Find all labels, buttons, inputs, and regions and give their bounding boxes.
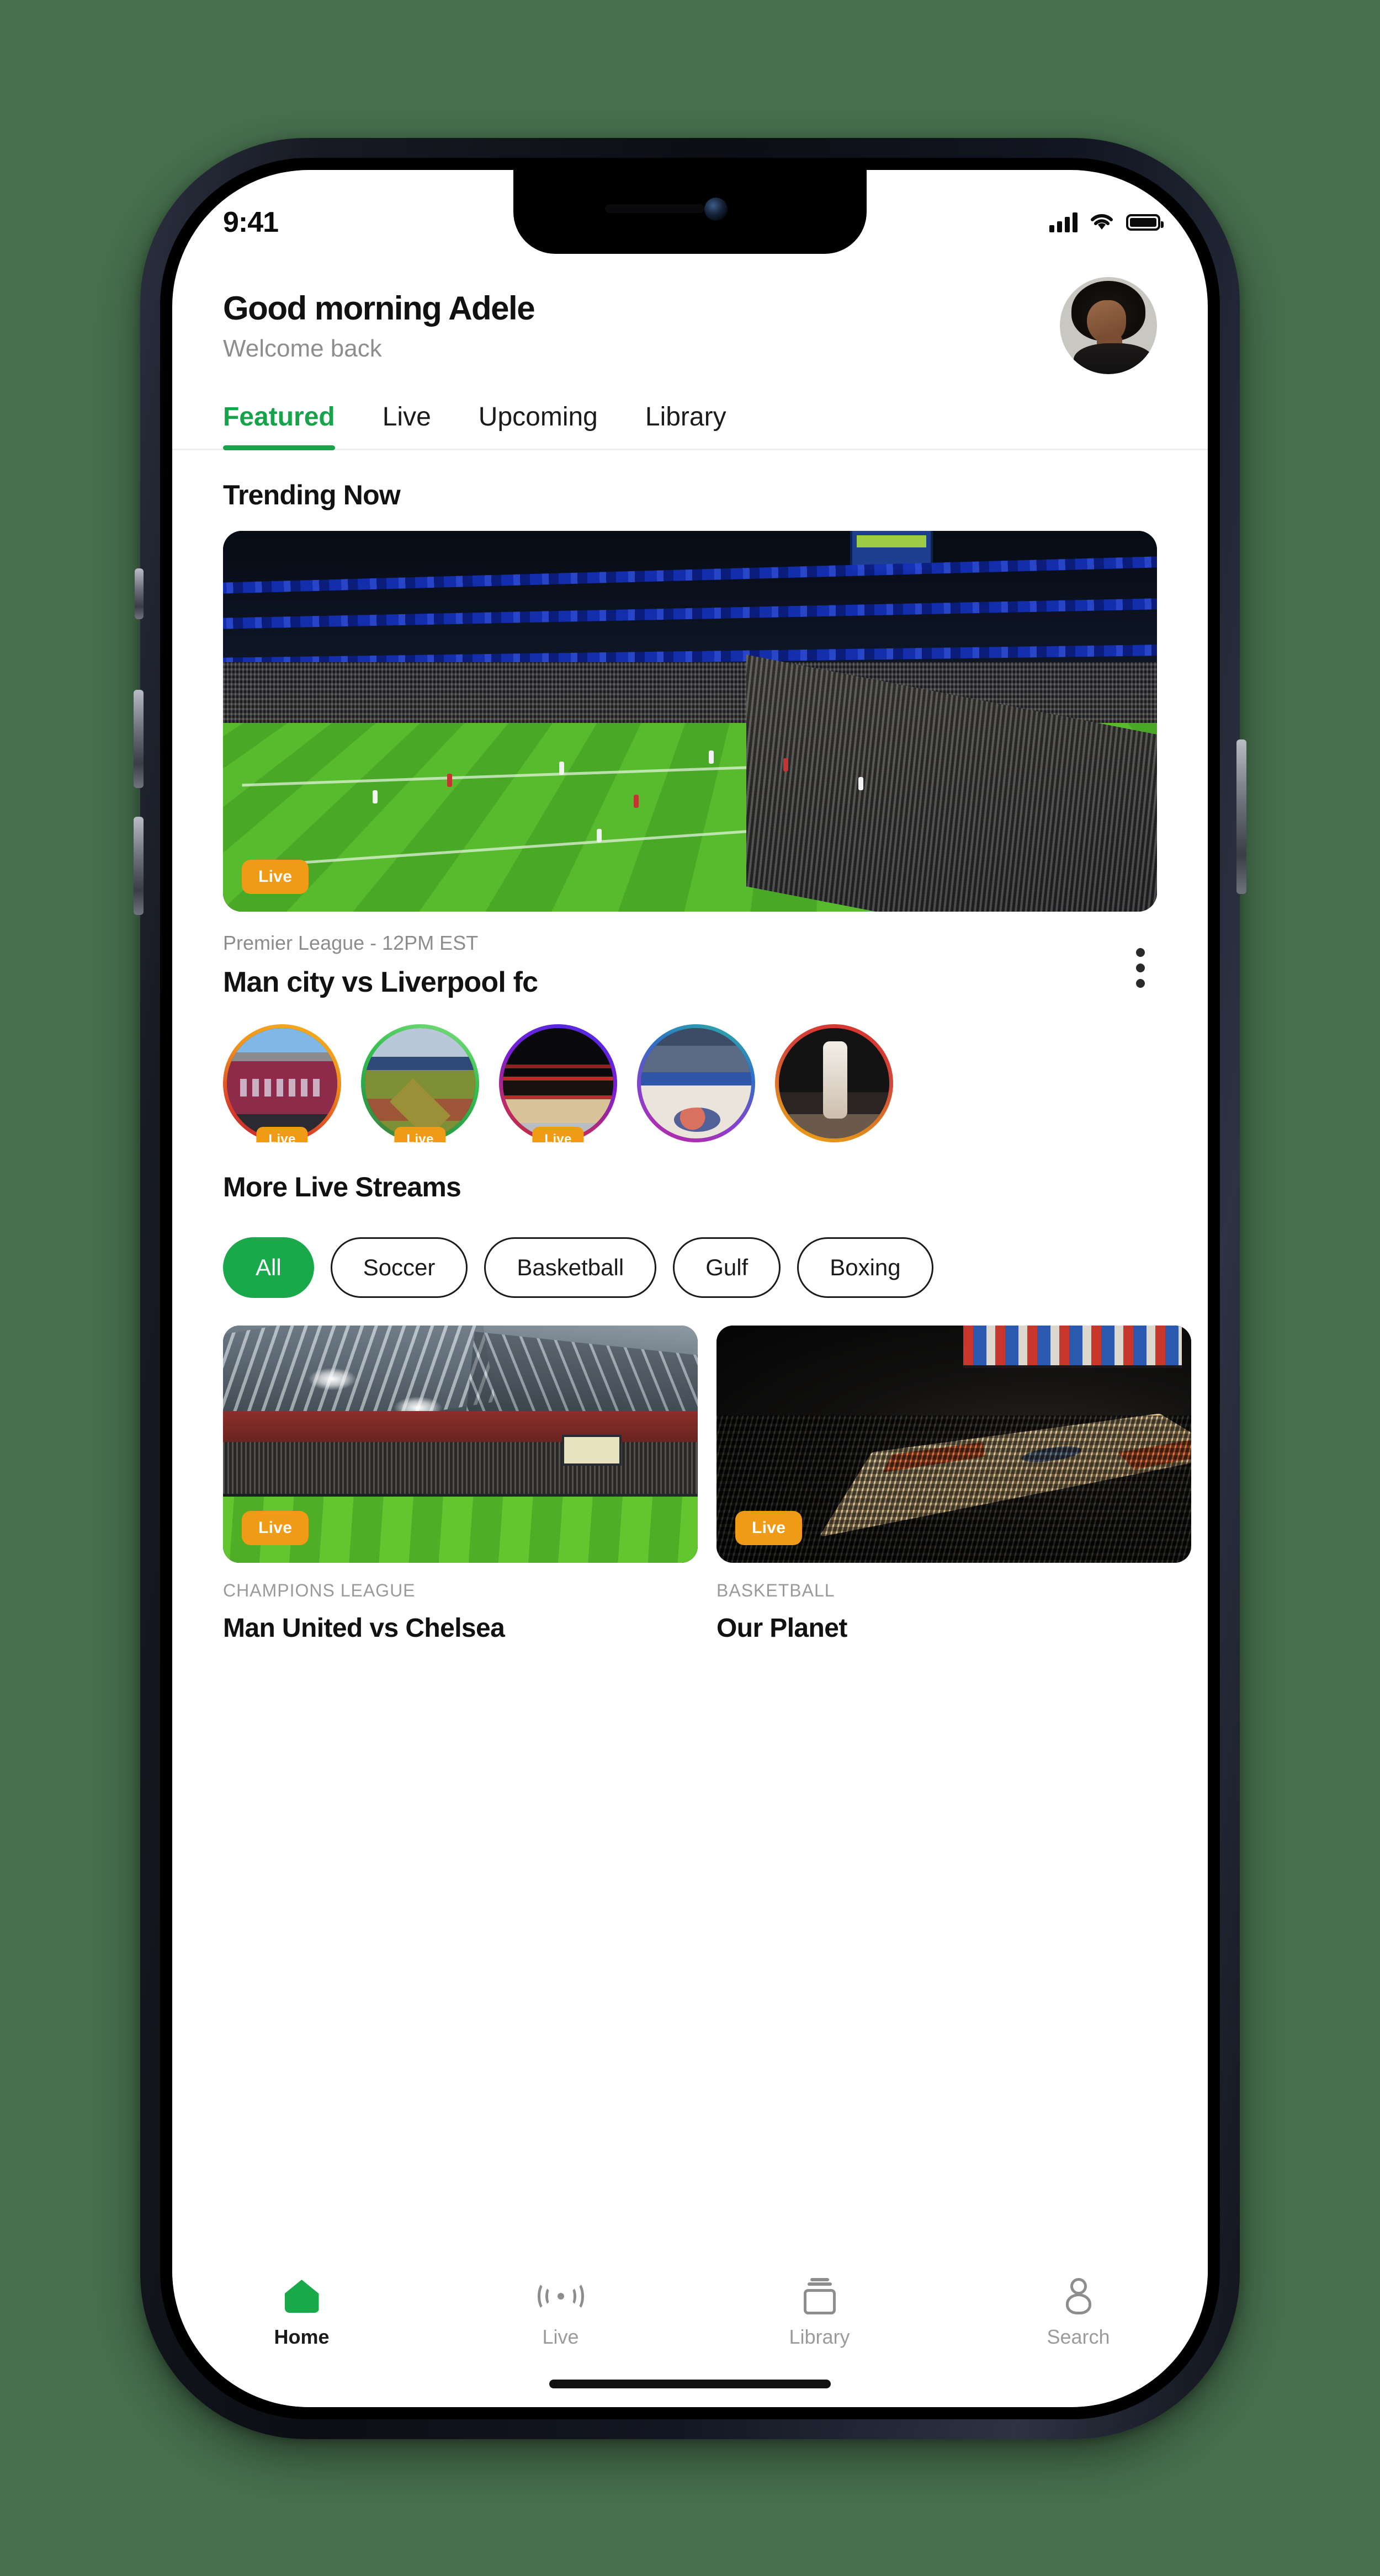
chip-gulf[interactable]: Gulf	[673, 1237, 781, 1298]
volume-up-button[interactable]	[134, 690, 144, 788]
hero-wrapper: Live	[172, 511, 1208, 912]
hero-text-block: Premier League - 12PM EST Man city vs Li…	[223, 932, 538, 999]
player-marker	[559, 762, 565, 775]
stream-card[interactable]: Live CHAMPIONS LEAGUE Man United vs Chel…	[223, 1326, 698, 1643]
phone-bezel: 9:41 Good morning Adele Welcome back Fea…	[160, 158, 1220, 2419]
chip-boxing[interactable]: Boxing	[797, 1237, 933, 1298]
stream-card-rail[interactable]: Live CHAMPIONS LEAGUE Man United vs Chel…	[172, 1298, 1208, 1643]
live-badge: Live	[242, 1511, 309, 1545]
home-indicator[interactable]	[549, 2380, 831, 2388]
nav-item-search[interactable]: Search	[949, 2278, 1208, 2349]
story-thumbnail	[365, 1028, 475, 1138]
earpiece-speaker	[605, 204, 705, 213]
story-rail[interactable]: Live Live Live	[172, 999, 1208, 1142]
story-item[interactable]	[775, 1024, 893, 1142]
category-filter-rail[interactable]: All Soccer Basketball Gulf Boxing	[172, 1203, 1208, 1298]
stream-card[interactable]: Live BASKETBALL Our Planet	[716, 1326, 1191, 1643]
live-badge: Live	[532, 1127, 584, 1142]
power-button[interactable]	[1236, 739, 1246, 894]
section-tabs: Featured Live Upcoming Library	[172, 374, 1208, 450]
tab-featured[interactable]: Featured	[223, 402, 335, 450]
story-thumbnail	[227, 1028, 337, 1138]
story-ring	[775, 1024, 893, 1142]
tab-live[interactable]: Live	[383, 402, 431, 449]
main-content: Trending Now Live Premier League - 12PM …	[172, 450, 1208, 1643]
greeting-text-block: Good morning Adele Welcome back	[223, 289, 535, 363]
phone-screen: 9:41 Good morning Adele Welcome back Fea…	[172, 170, 1208, 2407]
greeting-header: Good morning Adele Welcome back	[172, 258, 1208, 374]
stream-title: Man United vs Chelsea	[223, 1614, 505, 1643]
nav-item-live[interactable]: Live	[431, 2278, 690, 2349]
arena-jumbotron	[963, 1326, 1182, 1369]
player-marker	[634, 795, 639, 808]
cellular-signal-icon	[1049, 212, 1078, 232]
page-title: Good morning Adele	[223, 289, 535, 327]
live-badge: Live	[735, 1511, 803, 1545]
nav-item-library[interactable]: Library	[690, 2278, 949, 2349]
nav-label: Search	[1047, 2325, 1110, 2348]
stream-title: Our Planet	[716, 1614, 847, 1643]
hero-title: Man city vs Liverpool fc	[223, 966, 538, 998]
tab-upcoming[interactable]: Upcoming	[479, 402, 598, 449]
story-item[interactable]	[637, 1024, 755, 1142]
wembley-crowd	[223, 1441, 698, 1494]
stream-category: BASKETBALL	[716, 1580, 835, 1600]
wifi-icon	[1091, 214, 1113, 230]
avatar-body	[1073, 343, 1153, 374]
status-time: 9:41	[223, 206, 279, 238]
hero-meta: Premier League - 12PM EST Man city vs Li…	[172, 912, 1208, 999]
volume-down-button[interactable]	[134, 817, 144, 915]
player-marker	[596, 829, 602, 842]
nav-label: Library	[789, 2325, 850, 2348]
story-ring	[499, 1024, 617, 1142]
story-thumbnail	[779, 1028, 889, 1138]
silent-switch[interactable]	[135, 568, 144, 619]
chip-soccer[interactable]: Soccer	[330, 1237, 468, 1298]
player-marker	[372, 790, 378, 803]
live-badge: Live	[242, 860, 309, 894]
story-item[interactable]: Live	[361, 1024, 479, 1142]
live-badge: Live	[256, 1127, 308, 1142]
front-camera	[704, 198, 728, 221]
story-thumbnail	[641, 1028, 751, 1138]
nav-item-home[interactable]: Home	[172, 2278, 431, 2349]
status-icons	[1049, 212, 1164, 232]
player-marker	[447, 774, 453, 787]
trending-section-title: Trending Now	[223, 480, 401, 510]
story-ring	[637, 1024, 755, 1142]
nav-label: Live	[542, 2325, 579, 2348]
wembley-scoreboard	[562, 1434, 622, 1466]
screenshot-stage: 9:41 Good morning Adele Welcome back Fea…	[0, 0, 1380, 2576]
player-marker	[783, 758, 789, 771]
phone-frame: 9:41 Good morning Adele Welcome back Fea…	[134, 138, 1246, 2439]
notch	[513, 170, 867, 254]
story-item[interactable]: Live	[499, 1024, 617, 1142]
live-badge: Live	[394, 1127, 446, 1142]
tab-library[interactable]: Library	[645, 402, 726, 449]
stream-thumbnail: Live	[223, 1326, 698, 1563]
more-live-section-title: More Live Streams	[223, 1172, 461, 1202]
library-icon	[803, 2278, 836, 2314]
battery-full-icon	[1126, 214, 1164, 231]
stream-thumbnail: Live	[716, 1326, 1191, 1563]
stream-category: CHAMPIONS LEAGUE	[223, 1580, 416, 1600]
wembley-upper-tier	[223, 1411, 698, 1442]
person-search-icon	[1063, 2278, 1095, 2314]
chip-all[interactable]: All	[223, 1237, 314, 1298]
chip-basketball[interactable]: Basketball	[484, 1237, 657, 1298]
story-item[interactable]: Live	[223, 1024, 341, 1142]
story-thumbnail	[503, 1028, 613, 1138]
hero-league: Premier League - 12PM EST	[223, 932, 479, 954]
broadcast-icon	[537, 2278, 584, 2314]
kebab-menu-icon[interactable]	[1124, 932, 1157, 988]
player-marker	[708, 751, 714, 764]
story-ring	[223, 1024, 341, 1142]
greeting-subtitle: Welcome back	[223, 334, 382, 362]
hero-card[interactable]: Live	[223, 531, 1157, 912]
nav-label: Home	[274, 2325, 330, 2348]
home-icon	[284, 2278, 319, 2314]
avatar[interactable]	[1060, 277, 1157, 374]
story-ring	[361, 1024, 479, 1142]
player-marker	[858, 777, 863, 790]
